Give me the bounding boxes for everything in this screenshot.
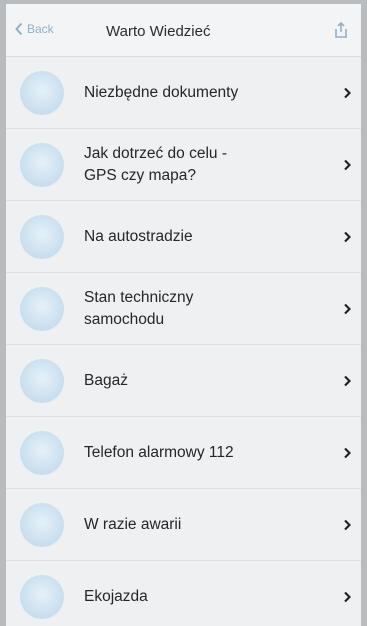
chevron-right-icon xyxy=(344,231,351,242)
map-icon xyxy=(20,142,64,187)
list-item-label: Bagaż xyxy=(84,371,128,389)
icon-circle xyxy=(20,574,64,619)
chevron-right-icon xyxy=(344,519,351,530)
icon-circle xyxy=(20,286,64,331)
page-title: Warto Wiedzieć xyxy=(106,23,211,40)
list-item[interactable]: Ekojazda xyxy=(6,561,361,626)
app-screen: Back Warto Wiedzieć Niezbędne dokumenty J… xyxy=(6,4,361,626)
list-item[interactable]: Niezbędne dokumenty xyxy=(6,57,361,129)
icon-circle xyxy=(20,70,64,115)
share-icon[interactable] xyxy=(333,21,349,39)
leaf-icon xyxy=(20,574,64,619)
chevron-right-icon xyxy=(344,375,351,386)
back-button[interactable]: Back xyxy=(14,22,54,36)
list-item-label: Jak dotrzeć do celu - GPS czy mapa? xyxy=(84,144,228,184)
chevron-right-icon xyxy=(344,447,351,458)
list-item[interactable]: Bagaż xyxy=(6,345,361,417)
navigation-bar: Back Warto Wiedzieć xyxy=(6,4,361,57)
phone-icon xyxy=(20,430,64,475)
list-item-label: W razie awarii xyxy=(84,515,182,533)
car-icon xyxy=(20,286,64,331)
icon-circle xyxy=(20,430,64,475)
icon-circle xyxy=(20,358,64,403)
back-label: Back xyxy=(27,22,54,36)
list-item[interactable]: Stan techniczny samochodu xyxy=(6,273,361,345)
luggage-icon xyxy=(20,358,64,403)
list-item[interactable]: Jak dotrzeć do celu - GPS czy mapa? xyxy=(6,129,361,201)
topic-list: Niezbędne dokumenty Jak dotrzeć do celu -… xyxy=(6,57,361,626)
document-icon xyxy=(20,70,64,115)
icon-circle xyxy=(20,502,64,547)
list-item-label: Ekojazda xyxy=(84,587,148,605)
chevron-left-icon xyxy=(15,22,23,36)
chevron-right-icon xyxy=(344,303,351,314)
list-item-label: Niezbędne dokumenty xyxy=(84,83,239,101)
list-item-label: Na autostradzie xyxy=(84,227,193,245)
icon-circle xyxy=(20,214,64,259)
chevron-right-icon xyxy=(344,159,351,170)
list-item[interactable]: W razie awarii xyxy=(6,489,361,561)
list-item[interactable]: Telefon alarmowy 112 xyxy=(6,417,361,489)
highway-icon xyxy=(20,214,64,259)
list-item-label: Stan techniczny samochodu xyxy=(84,288,194,328)
chevron-right-icon xyxy=(344,87,351,98)
list-item[interactable]: Na autostradzie xyxy=(6,201,361,273)
chevron-right-icon xyxy=(344,591,351,602)
icon-circle xyxy=(20,142,64,187)
warning-icon xyxy=(20,502,64,547)
list-item-label: Telefon alarmowy 112 xyxy=(84,443,234,461)
